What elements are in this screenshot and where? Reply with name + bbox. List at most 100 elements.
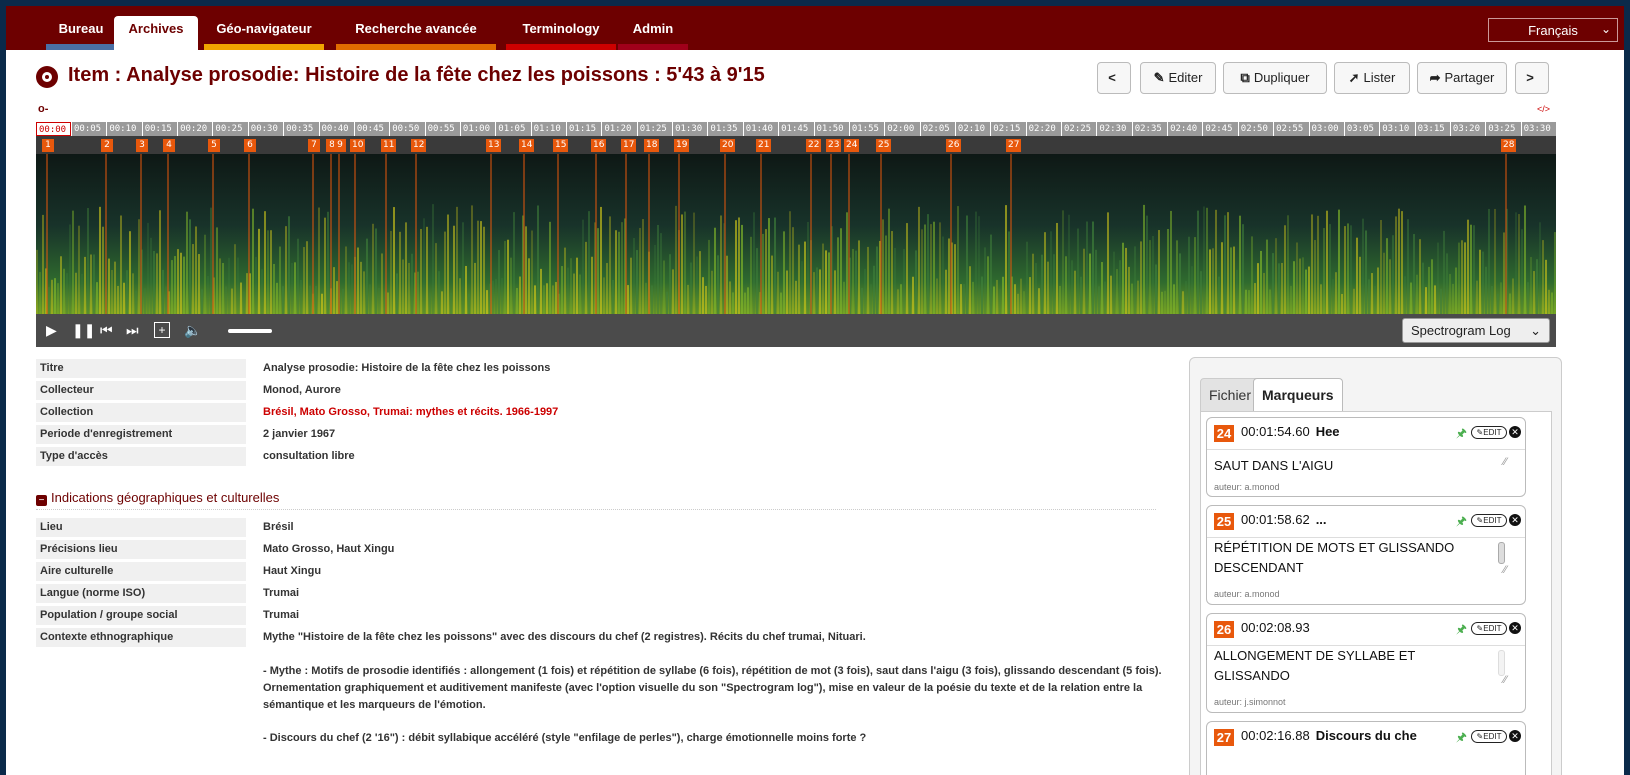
marker-edit-button[interactable]: ✎EDIT (1471, 514, 1507, 527)
map-pin-icon[interactable]: 🖈 (1456, 728, 1467, 749)
previous-item-button[interactable]: < (1097, 62, 1131, 94)
spectrogram-streak (735, 220, 737, 314)
spectrogram-streak (1185, 281, 1187, 314)
marker-card[interactable]: 24 00:01:54.60 Hee 🖈 ✎EDIT ✕ SAUT DANS L'… (1206, 417, 1526, 497)
marker-edit-button[interactable]: ✎EDIT (1471, 622, 1507, 635)
marker-flag[interactable]: 9 (334, 139, 346, 152)
marker-flag[interactable]: 5 (208, 139, 220, 152)
close-icon[interactable]: ✕ (1509, 514, 1521, 526)
marker-flag[interactable]: 16 (591, 139, 607, 152)
geo-section-header[interactable]: − Indications géographiques et culturelle… (36, 490, 1156, 510)
nav-tab-archives[interactable]: Archives (114, 16, 198, 50)
forward-icon[interactable]: ⏭ (126, 321, 139, 339)
volume-icon[interactable]: 🔈 (184, 321, 201, 339)
spectrogram-streak (1326, 210, 1328, 314)
marker-flag[interactable]: 2 (101, 139, 113, 152)
marker-card[interactable]: 25 00:01:58.62... 🖈 ✎EDIT ✕ RÉPÉTITION D… (1206, 505, 1526, 605)
close-icon[interactable]: ✕ (1509, 622, 1521, 634)
marker-flag[interactable]: 18 (644, 139, 660, 152)
map-pin-icon[interactable]: 🖈 (1456, 620, 1467, 641)
rewind-icon[interactable]: ⏮ (100, 321, 113, 339)
add-marker-icon[interactable]: + (154, 322, 170, 338)
marker-card[interactable]: 26 00:02:08.93 🖈 ✎EDIT ✕ ALLONGEMENT DE … (1206, 613, 1526, 713)
marker-card[interactable]: 27 00:02:16.88 Discours du che 🖈 ✎EDIT ✕ (1206, 721, 1526, 775)
marker-flag[interactable]: 19 (674, 139, 690, 152)
spectrogram-streak (1053, 254, 1055, 314)
nav-tab-geo-navigateur[interactable]: Géo-navigateur (204, 16, 324, 50)
next-item-button[interactable]: > (1515, 62, 1549, 94)
nav-tab-admin[interactable]: Admin (618, 16, 688, 50)
marker-flag[interactable]: 12 (411, 139, 427, 152)
marker-flag[interactable]: 26 (946, 139, 962, 152)
spectrogram-streak (1242, 224, 1244, 314)
spectrogram-streak (792, 227, 794, 314)
key-icon[interactable]: o- (38, 103, 48, 115)
pause-icon[interactable]: ❚❚ (72, 321, 95, 339)
spectrogram-streak (393, 207, 395, 314)
time-ruler[interactable]: 00:00 00:05 00:10 00:15 00:20 00:25 00:30 00:3… (36, 122, 1556, 136)
scroll-track[interactable] (1498, 650, 1505, 676)
list-label: Lister (1363, 70, 1396, 85)
marker-flag[interactable]: 25 (876, 139, 892, 152)
marker-flag[interactable]: 27 (1006, 139, 1022, 152)
marker-flag[interactable]: 6 (244, 139, 256, 152)
marker-description[interactable]: SAUT DANS L'AIGU (1214, 456, 1484, 476)
close-icon[interactable]: ✕ (1509, 730, 1521, 742)
nav-tab-recherche-avancee[interactable]: Recherche avancée (336, 16, 496, 50)
tab-markers[interactable]: Marqueurs (1253, 378, 1343, 413)
resize-handle-icon[interactable]: ⁄⁄ (1503, 456, 1507, 468)
resize-handle-icon[interactable]: ⁄⁄ (1503, 564, 1507, 576)
list-button[interactable]: ➚ Lister (1334, 62, 1410, 94)
edit-button[interactable]: ✎ Editer (1140, 62, 1216, 94)
marker-flag[interactable]: 24 (844, 139, 860, 152)
spectrogram-streak (258, 228, 260, 314)
language-select[interactable]: Français ⌄ (1488, 18, 1618, 42)
spectrogram-streak (201, 289, 203, 314)
marker-flag[interactable]: 14 (519, 139, 535, 152)
spectrogram-streak (1425, 287, 1427, 314)
marker-flag[interactable]: 4 (163, 139, 175, 152)
spectrogram-streak (114, 261, 116, 314)
marker-flag[interactable]: 20 (720, 139, 736, 152)
spectrogram-streak (1137, 280, 1139, 314)
marker-description[interactable]: RÉPÉTITION DE MOTS ET GLISSANDO DESCENDA… (1214, 538, 1484, 578)
marker-flag[interactable]: 11 (381, 139, 397, 152)
nav-tab-terminology[interactable]: Terminology (506, 16, 616, 50)
marker-flag[interactable]: 7 (308, 139, 320, 152)
spectrogram-streak (537, 205, 539, 314)
share-button[interactable]: ➦ Partager (1417, 62, 1507, 94)
play-icon[interactable]: ▶ (46, 321, 57, 339)
volume-slider[interactable] (228, 329, 272, 333)
tab-file[interactable]: Fichier (1200, 378, 1261, 413)
marker-edit-button[interactable]: ✎EDIT (1471, 426, 1507, 439)
collection-link[interactable]: Brésil, Mato Grosso, Trumai: mythes et r… (263, 403, 558, 422)
duplicate-button[interactable]: ⧉ Dupliquer (1223, 62, 1327, 94)
spectrogram-streak (867, 246, 869, 314)
map-pin-icon[interactable]: 🖈 (1456, 512, 1467, 533)
nav-tab-bureau[interactable]: Bureau (46, 16, 116, 50)
marker-flag[interactable]: 23 (826, 139, 842, 152)
meta-value: Brésil (263, 521, 294, 533)
marker-edit-button[interactable]: ✎EDIT (1471, 730, 1507, 743)
close-icon[interactable]: ✕ (1509, 426, 1521, 438)
map-pin-icon[interactable]: 🖈 (1456, 424, 1467, 445)
marker-flag[interactable]: 13 (486, 139, 502, 152)
marker-flag[interactable]: 28 (1501, 139, 1517, 152)
marker-flag[interactable]: 3 (136, 139, 148, 152)
spectrogram-streak (135, 290, 137, 314)
marker-flag[interactable]: 15 (553, 139, 569, 152)
spectrogram-streak (87, 208, 89, 314)
view-mode-select[interactable]: Spectrogram Log ⌄ (1402, 318, 1550, 343)
spectrogram-streak (1218, 276, 1220, 314)
marker-flag[interactable]: 22 (806, 139, 822, 152)
spectrogram[interactable] (36, 154, 1556, 314)
marker-flag[interactable]: 10 (350, 139, 366, 152)
scroll-thumb[interactable] (1498, 542, 1505, 564)
spectrogram-streak (117, 285, 119, 314)
resize-handle-icon[interactable]: ⁄⁄ (1503, 674, 1507, 686)
embed-code-link[interactable]: </> (1537, 104, 1550, 114)
marker-flag[interactable]: 21 (756, 139, 772, 152)
marker-flag[interactable]: 17 (621, 139, 637, 152)
marker-flag[interactable]: 1 (42, 139, 54, 152)
marker-description[interactable]: ALLONGEMENT DE SYLLABE ET GLISSANDO (1214, 646, 1484, 686)
